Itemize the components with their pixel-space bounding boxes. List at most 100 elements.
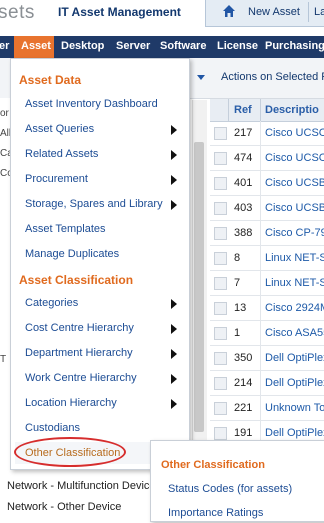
column-divider: [260, 296, 261, 320]
cell-description-link[interactable]: Cisco CP-794: [265, 227, 324, 239]
cell-description-link[interactable]: Cisco UCSB-E: [265, 202, 324, 214]
row-checkbox[interactable]: [214, 177, 227, 190]
left-panel: or All Ca Co T: [0, 98, 13, 468]
table-row[interactable]: 221 Unknown To: [210, 396, 324, 421]
table-row[interactable]: 474 Cisco UCSC-C: [210, 146, 324, 171]
table-row[interactable]: 401 Cisco UCSB-E: [210, 171, 324, 196]
table-row[interactable]: 350 Dell OptiPlex: [210, 346, 324, 371]
list-item[interactable]: Network - Other Device: [7, 501, 167, 523]
home-icon[interactable]: [222, 4, 236, 18]
row-checkbox[interactable]: [214, 277, 227, 290]
submenu-title: Other Classification: [161, 459, 265, 471]
nav-item-asset[interactable]: Asset: [14, 36, 54, 58]
actions-on-selected-dropdown[interactable]: Actions on Selected R: [221, 71, 324, 83]
chevron-down-icon[interactable]: [197, 75, 205, 80]
main-nav: er Asset Desktop Server Software License…: [0, 36, 324, 58]
chevron-right-icon: [171, 299, 177, 309]
row-checkbox[interactable]: [214, 152, 227, 165]
column-divider: [260, 321, 261, 345]
next-tab[interactable]: La: [314, 6, 324, 18]
table-row[interactable]: 7 Linux NET-SN: [210, 271, 324, 296]
cell-description-link[interactable]: Dell OptiPlex: [265, 352, 324, 364]
column-divider: [260, 121, 261, 145]
row-checkbox[interactable]: [214, 302, 227, 315]
cell-description-link[interactable]: Cisco UCSC-C: [265, 152, 324, 164]
brand-logo-text: sets: [0, 2, 35, 23]
menu-item-work-centre-hierarchy[interactable]: Work Centre Hierarchy: [25, 372, 137, 384]
cell-ref: 8: [234, 252, 241, 264]
cell-ref: 7: [234, 277, 241, 289]
nav-item-software[interactable]: Software: [160, 40, 206, 52]
menu-item-asset-inventory-dashboard[interactable]: Asset Inventory Dashboard: [25, 98, 158, 110]
cell-ref: 401: [234, 177, 253, 189]
table-row[interactable]: 13 Cisco 2924M: [210, 296, 324, 321]
submenu-item-status-codes[interactable]: Status Codes (for assets): [168, 483, 292, 495]
chevron-right-icon: [171, 349, 177, 359]
chevron-right-icon: [171, 399, 177, 409]
other-classification-submenu: Other Classification Status Codes (for a…: [150, 440, 324, 522]
cell-description-link[interactable]: Dell OptiPlex: [265, 377, 324, 389]
menu-item-procurement[interactable]: Procurement: [25, 173, 88, 185]
column-divider: [260, 221, 261, 245]
menu-item-storage-spares-and-library[interactable]: Storage, Spares and Library: [25, 198, 163, 210]
table-row[interactable]: 8 Linux NET-SN: [210, 246, 324, 271]
app-title: IT Asset Management: [58, 5, 181, 19]
table-row[interactable]: 1 Cisco ASA550: [210, 321, 324, 346]
column-divider: [260, 346, 261, 370]
table-row[interactable]: 388 Cisco CP-794: [210, 221, 324, 246]
cell-description-link[interactable]: Cisco UCSB-E: [265, 177, 324, 189]
cell-description-link[interactable]: Cisco UCSC-C: [265, 127, 324, 139]
table-row[interactable]: 403 Cisco UCSB-E: [210, 196, 324, 221]
cell-description-link[interactable]: Linux NET-SN: [265, 277, 324, 289]
submenu-item-importance-ratings[interactable]: Importance Ratings: [168, 507, 263, 519]
nav-item-purchasing[interactable]: Purchasing: [265, 40, 324, 52]
menu-item-department-hierarchy[interactable]: Department Hierarchy: [25, 347, 133, 359]
row-checkbox[interactable]: [214, 127, 227, 140]
menu-item-asset-queries[interactable]: Asset Queries: [25, 123, 94, 135]
highlight-circle: [14, 437, 126, 467]
column-divider: [260, 371, 261, 395]
cell-description-link[interactable]: Cisco 2924M: [265, 302, 324, 314]
cell-ref: 350: [234, 352, 253, 364]
left-text-fragment: or: [0, 108, 9, 119]
row-checkbox[interactable]: [214, 377, 227, 390]
row-checkbox[interactable]: [214, 227, 227, 240]
column-header-description[interactable]: Descriptio: [265, 104, 319, 116]
chevron-right-icon: [171, 175, 177, 185]
nav-item-license[interactable]: License: [217, 40, 258, 52]
row-checkbox[interactable]: [214, 402, 227, 415]
column-divider: [260, 171, 261, 195]
cell-description-link[interactable]: Unknown To: [265, 402, 324, 414]
new-asset-tab[interactable]: New Asset: [248, 6, 300, 18]
nav-item-desktop[interactable]: Desktop: [61, 40, 104, 52]
cell-ref: 403: [234, 202, 253, 214]
cell-description-link[interactable]: Cisco ASA550: [265, 327, 324, 339]
cell-ref: 217: [234, 127, 253, 139]
table-row[interactable]: 217 Cisco UCSC-C: [210, 121, 324, 146]
select-all-column[interactable]: [210, 99, 229, 121]
menu-item-asset-templates[interactable]: Asset Templates: [25, 223, 106, 235]
row-checkbox[interactable]: [214, 252, 227, 265]
scrollbar-thumb[interactable]: [194, 142, 204, 432]
nav-item-user[interactable]: er: [0, 40, 9, 52]
cell-ref: 13: [234, 302, 247, 314]
column-header-ref[interactable]: Ref: [234, 104, 252, 116]
cell-description-link[interactable]: Dell OptiPlex: [265, 427, 324, 439]
column-divider: [260, 99, 261, 121]
list-item[interactable]: Network - Multifunction Device: [7, 480, 167, 502]
row-checkbox[interactable]: [214, 352, 227, 365]
menu-section-asset-classification: Asset Classification: [19, 273, 134, 287]
menu-item-related-assets[interactable]: Related Assets: [25, 148, 98, 160]
menu-item-categories[interactable]: Categories: [25, 297, 78, 309]
menu-item-location-hierarchy[interactable]: Location Hierarchy: [25, 397, 117, 409]
menu-item-cost-centre-hierarchy[interactable]: Cost Centre Hierarchy: [25, 322, 134, 334]
cell-ref: 191: [234, 427, 253, 439]
nav-item-server[interactable]: Server: [116, 40, 150, 52]
menu-item-manage-duplicates[interactable]: Manage Duplicates: [25, 248, 119, 260]
cell-description-link[interactable]: Linux NET-SN: [265, 252, 324, 264]
table-row[interactable]: 214 Dell OptiPlex: [210, 371, 324, 396]
row-checkbox[interactable]: [214, 202, 227, 215]
row-checkbox[interactable]: [214, 327, 227, 340]
menu-item-custodians[interactable]: Custodians: [25, 422, 80, 434]
row-checkbox[interactable]: [214, 427, 227, 440]
